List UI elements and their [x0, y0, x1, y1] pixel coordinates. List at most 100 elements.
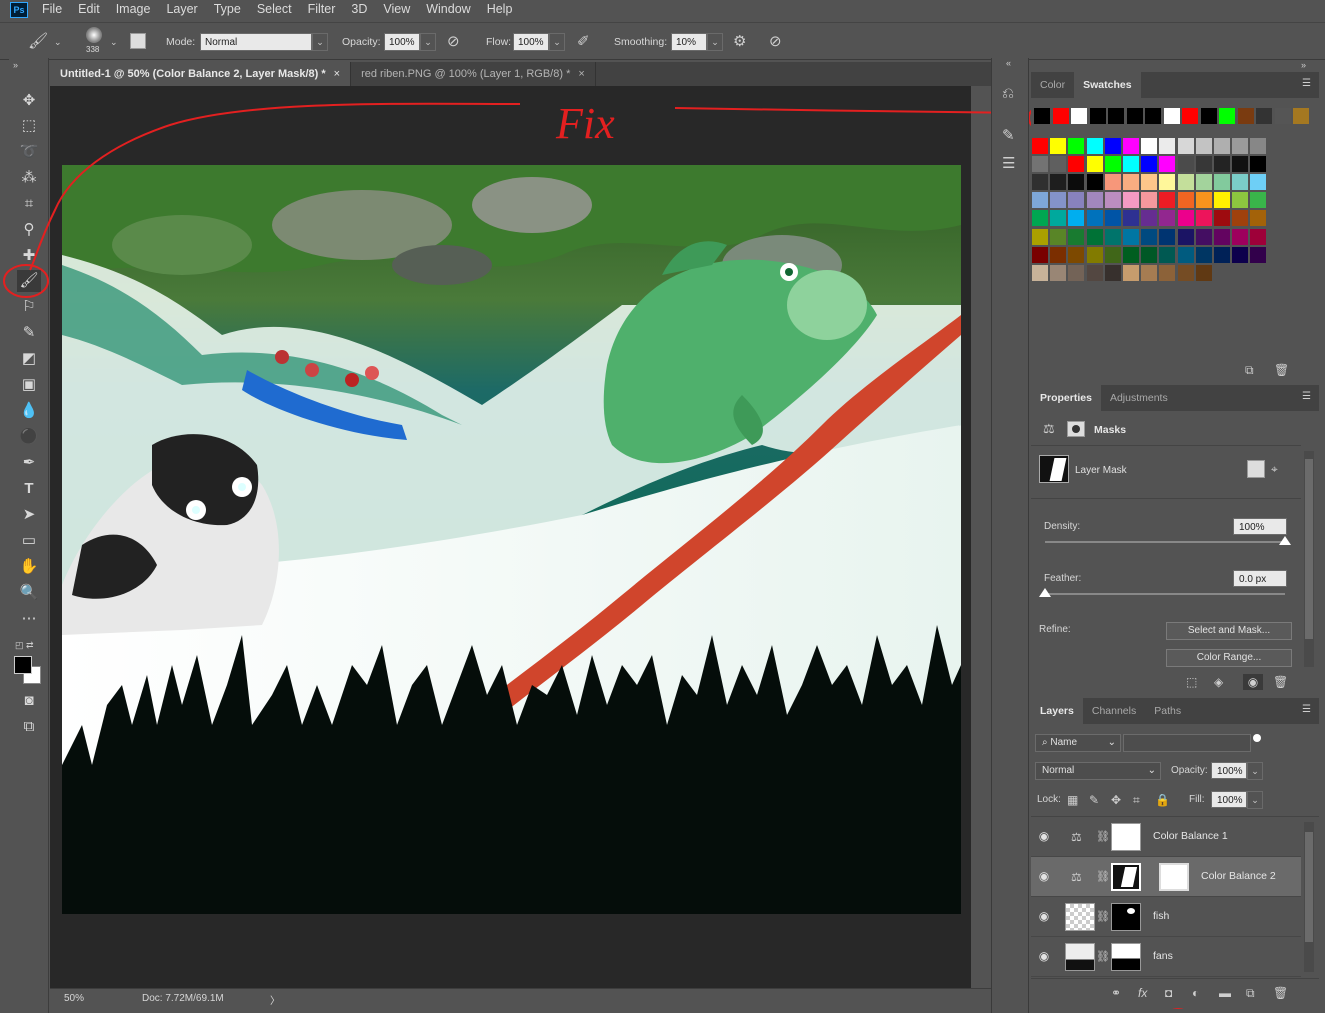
tab-layers[interactable]: Layers	[1031, 698, 1083, 724]
swatch[interactable]	[1195, 210, 1212, 227]
swatch[interactable]	[1159, 192, 1176, 209]
add-mask-icon[interactable]: ◘	[1165, 985, 1172, 1001]
tab-adjustments[interactable]: Adjustments	[1101, 385, 1177, 411]
swatch[interactable]	[1232, 156, 1249, 173]
swatch[interactable]	[1232, 228, 1249, 245]
layer-thumbnail[interactable]	[1065, 903, 1095, 931]
swatch[interactable]	[1159, 228, 1176, 245]
swatch[interactable]	[1195, 138, 1212, 154]
tab-swatches[interactable]: Swatches	[1074, 72, 1141, 98]
layer-filter-input[interactable]	[1123, 734, 1251, 752]
swatch[interactable]	[1177, 156, 1194, 173]
swatch[interactable]	[1195, 264, 1212, 281]
swatch[interactable]	[1071, 108, 1087, 124]
swatch[interactable]	[1104, 210, 1121, 227]
swatch[interactable]	[1068, 174, 1085, 191]
chevron-down-icon[interactable]: ⌄	[1247, 762, 1263, 780]
swatch[interactable]	[1050, 156, 1067, 173]
select-pixel-mask-icon[interactable]	[1247, 460, 1265, 478]
swatch[interactable]	[1141, 156, 1158, 173]
properties-scrollbar[interactable]	[1304, 451, 1314, 667]
density-field[interactable]: 100%	[1233, 518, 1287, 535]
swatch[interactable]	[1256, 108, 1272, 124]
swatch[interactable]	[1052, 108, 1069, 124]
swatch[interactable]	[1086, 174, 1103, 191]
swatch[interactable]	[1195, 192, 1212, 209]
swatch[interactable]	[1145, 108, 1161, 124]
filter-toggle-icon[interactable]	[1253, 734, 1261, 742]
swatch[interactable]	[1068, 138, 1085, 154]
swatch[interactable]	[1232, 210, 1249, 227]
swatch[interactable]	[1250, 138, 1267, 154]
swatch[interactable]	[1050, 192, 1067, 209]
swatch[interactable]	[1141, 264, 1158, 281]
lock-position-icon[interactable]: ✥	[1111, 792, 1121, 808]
swatch[interactable]	[1032, 228, 1048, 245]
tab-color[interactable]: Color	[1031, 72, 1074, 98]
layer-row-fish[interactable]: ◉ ⛓ fish	[1031, 897, 1301, 937]
swatch[interactable]	[1068, 246, 1085, 263]
swatch[interactable]	[1032, 174, 1048, 191]
lock-all-icon[interactable]: 🔒	[1155, 792, 1170, 808]
feather-field[interactable]: 0.0 px	[1233, 570, 1287, 587]
swatch[interactable]	[1123, 210, 1139, 227]
swatch[interactable]	[1159, 210, 1176, 227]
swatch[interactable]	[1177, 192, 1194, 209]
history-panel-icon[interactable]: ⎌	[1002, 86, 1014, 102]
swatch[interactable]	[1141, 192, 1158, 209]
swatch[interactable]	[1195, 228, 1212, 245]
tab-paths[interactable]: Paths	[1145, 698, 1190, 724]
status-arrow-icon[interactable]: 〉	[270, 992, 280, 1007]
apply-mask-icon[interactable]: ◈	[1214, 674, 1223, 690]
swatch[interactable]	[1032, 264, 1048, 281]
fill-field[interactable]: 100%	[1211, 791, 1247, 808]
swatch[interactable]	[1214, 246, 1230, 263]
layer-row-color-balance-2[interactable]: ◉ ⚖ ⛓ Color Balance 2	[1031, 857, 1301, 897]
swatch[interactable]	[1250, 156, 1267, 173]
blend-mode-select[interactable]: Normal ⌄	[1035, 762, 1161, 780]
color-range-button[interactable]: Color Range...	[1166, 649, 1292, 667]
swatch[interactable]	[1214, 228, 1230, 245]
swatch[interactable]	[1214, 156, 1230, 173]
eye-icon[interactable]: ◉	[1037, 949, 1051, 963]
swatch[interactable]	[1104, 192, 1121, 209]
swatch[interactable]	[1068, 156, 1085, 173]
swatch[interactable]	[1177, 228, 1194, 245]
swatch[interactable]	[1250, 228, 1267, 245]
swatch[interactable]	[1032, 210, 1048, 227]
trash-icon[interactable]: 🗑	[1273, 674, 1288, 690]
density-slider-thumb[interactable]	[1279, 536, 1291, 545]
layer-mask-thumbnail[interactable]	[1111, 943, 1141, 971]
swatch[interactable]	[1050, 246, 1067, 263]
brush-settings-panel-icon[interactable]: ✎	[1002, 128, 1015, 144]
swatch[interactable]	[1141, 246, 1158, 263]
swatch[interactable]	[1123, 264, 1139, 281]
new-swatch-icon[interactable]: ⧉	[1245, 362, 1254, 378]
eye-icon[interactable]: ◉	[1037, 909, 1051, 923]
link-icon[interactable]: ⛓	[1096, 949, 1110, 965]
layer-row-color-balance-1[interactable]: ◉ ⚖ ⛓ Color Balance 1	[1031, 817, 1301, 857]
swatch[interactable]	[1104, 228, 1121, 245]
swatch[interactable]	[1232, 174, 1249, 191]
swatch[interactable]	[1032, 138, 1048, 154]
swatch[interactable]	[1068, 228, 1085, 245]
swatch[interactable]	[1108, 108, 1124, 124]
swatch[interactable]	[1177, 138, 1194, 154]
link-icon[interactable]: ⛓	[1096, 869, 1110, 885]
layer-thumbnail[interactable]	[1065, 943, 1095, 971]
add-vector-mask-icon[interactable]: ⌖	[1271, 461, 1278, 477]
swatch[interactable]	[1159, 138, 1176, 154]
swatch[interactable]	[1123, 174, 1139, 191]
link-icon[interactable]: ⛓	[1096, 909, 1110, 925]
eye-icon[interactable]: ◉	[1243, 674, 1263, 690]
swatch[interactable]	[1214, 174, 1230, 191]
swatch[interactable]	[1034, 108, 1050, 124]
eye-icon[interactable]: ◉	[1037, 869, 1051, 883]
swatch[interactable]	[1032, 246, 1048, 263]
swatch[interactable]	[1104, 138, 1121, 154]
swatch[interactable]	[1086, 264, 1103, 281]
swatch[interactable]	[1214, 210, 1230, 227]
swatch[interactable]	[1159, 264, 1176, 281]
swatch[interactable]	[1123, 138, 1139, 154]
layer-mask-thumbnail[interactable]	[1111, 823, 1141, 851]
